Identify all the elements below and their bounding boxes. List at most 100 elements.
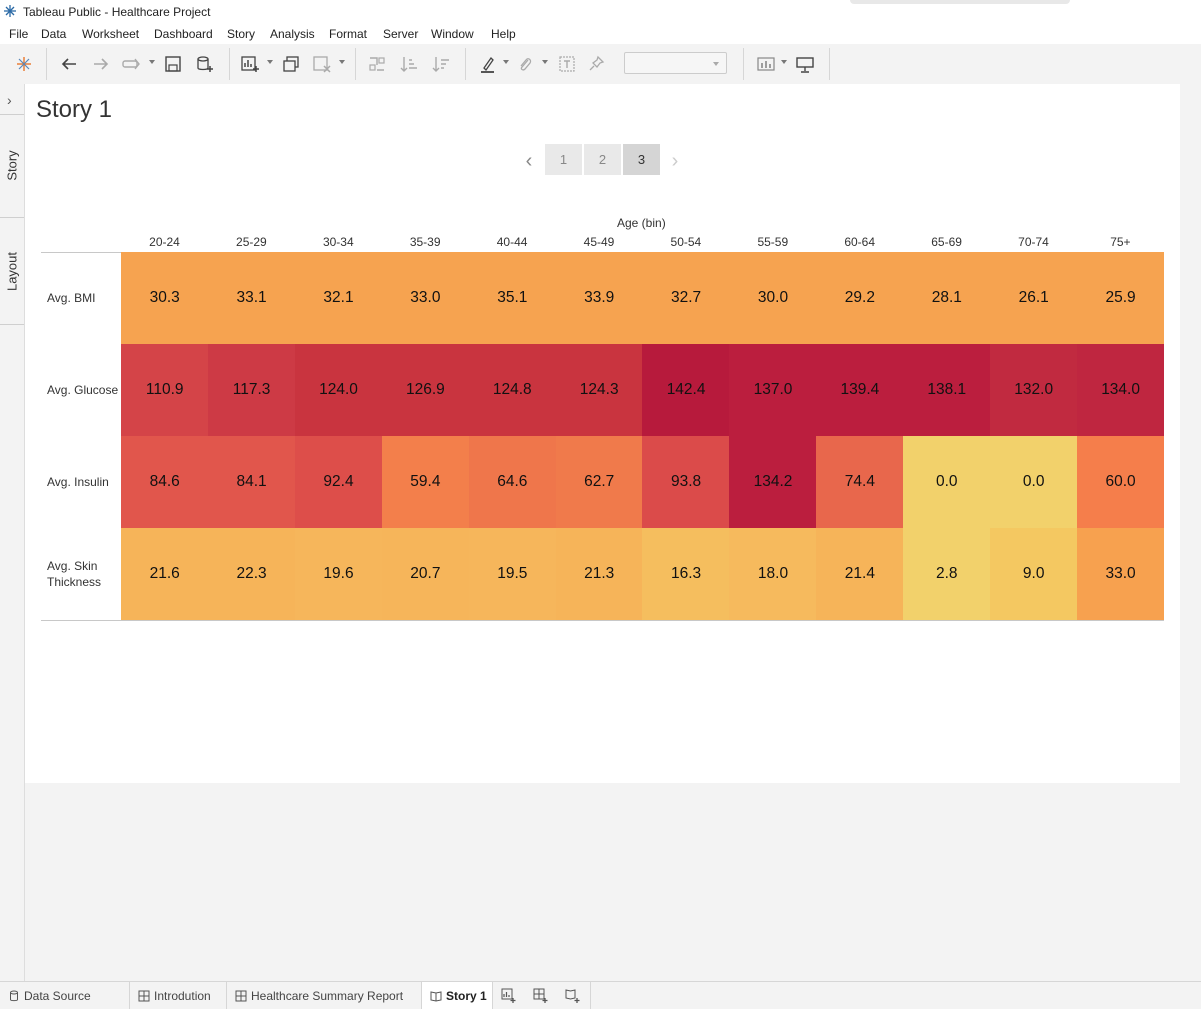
heatmap-cell[interactable]: 124.8 — [468, 344, 556, 436]
tab-story-1[interactable]: Story 1 — [422, 982, 493, 1009]
duplicate-icon[interactable] — [280, 54, 302, 74]
tableau-home-icon[interactable] — [13, 54, 35, 74]
undo-icon[interactable] — [58, 54, 80, 74]
heatmap-cell[interactable]: 21.3 — [555, 528, 643, 620]
story-point-3[interactable]: 3 — [623, 144, 660, 175]
menu-server[interactable]: Server — [383, 27, 418, 41]
highlight-icon[interactable] — [477, 54, 499, 74]
heatmap-cell[interactable]: 64.6 — [468, 436, 556, 528]
heatmap-cell[interactable]: 25.9 — [1076, 252, 1165, 344]
heatmap-cell[interactable]: 132.0 — [990, 344, 1078, 436]
heatmap-cell[interactable]: 35.1 — [468, 252, 556, 344]
heatmap-cell[interactable]: 134.0 — [1076, 344, 1165, 436]
heatmap-cell[interactable]: 18.0 — [729, 528, 817, 620]
new-data-source-icon[interactable] — [194, 54, 216, 74]
heatmap-cell[interactable]: 33.0 — [1076, 528, 1165, 620]
new-dashboard-tab-icon[interactable] — [530, 986, 552, 1006]
heatmap-cell[interactable]: 30.0 — [729, 252, 817, 344]
chevron-down-icon[interactable] — [542, 60, 548, 64]
fit-select[interactable] — [624, 52, 727, 74]
next-point-icon[interactable]: › — [668, 150, 682, 173]
heatmap-cell[interactable]: 142.4 — [642, 344, 730, 436]
heatmap-cell[interactable]: 124.0 — [294, 344, 383, 436]
heatmap-cell[interactable]: 93.8 — [642, 436, 730, 528]
heatmap-cell[interactable]: 60.0 — [1076, 436, 1165, 528]
new-worksheet-tab-icon[interactable] — [498, 986, 520, 1006]
tab-introdution[interactable]: Introdution — [130, 982, 227, 1009]
heatmap-cell[interactable]: 139.4 — [816, 344, 904, 436]
heatmap-cell[interactable]: 62.7 — [555, 436, 643, 528]
tab-data-source[interactable]: Data Source — [0, 982, 130, 1009]
heatmap-cell[interactable]: 84.6 — [121, 436, 209, 528]
menu-data[interactable]: Data — [41, 27, 66, 41]
story-title[interactable]: Story 1 — [36, 96, 112, 124]
previous-point-icon[interactable]: ‹ — [522, 150, 536, 173]
menu-window[interactable]: Window — [431, 27, 474, 41]
menu-file[interactable]: File — [9, 27, 28, 41]
replay-icon[interactable] — [120, 54, 142, 74]
heatmap-cell[interactable]: 29.2 — [816, 252, 904, 344]
heatmap-cell[interactable]: 9.0 — [990, 528, 1078, 620]
heatmap-cell[interactable]: 33.1 — [207, 252, 296, 344]
heatmap-cell[interactable]: 22.3 — [207, 528, 296, 620]
heatmap-cell[interactable]: 59.4 — [381, 436, 470, 528]
heatmap-cell[interactable]: 21.6 — [121, 528, 209, 620]
story-point-1[interactable]: 1 — [545, 144, 582, 175]
chevron-down-icon[interactable] — [339, 60, 345, 64]
menu-worksheet[interactable]: Worksheet — [82, 27, 139, 41]
chevron-down-icon[interactable] — [149, 60, 155, 64]
heatmap-cell[interactable]: 20.7 — [381, 528, 470, 620]
heatmap-cell[interactable]: 137.0 — [729, 344, 817, 436]
heatmap-cell[interactable]: 138.1 — [903, 344, 991, 436]
expand-pane-icon[interactable]: › — [7, 92, 12, 108]
show-me-icon[interactable] — [755, 54, 777, 74]
presentation-icon[interactable] — [794, 54, 816, 74]
menu-story[interactable]: Story — [227, 27, 255, 41]
heatmap-cell[interactable]: 32.1 — [294, 252, 383, 344]
redo-icon[interactable] — [90, 54, 112, 74]
heatmap-cell[interactable]: 16.3 — [642, 528, 730, 620]
chevron-down-icon[interactable] — [781, 60, 787, 64]
swap-icon[interactable] — [366, 54, 388, 74]
heatmap-cell[interactable]: 126.9 — [381, 344, 470, 436]
chevron-down-icon[interactable] — [267, 60, 273, 64]
menu-help[interactable]: Help — [491, 27, 516, 41]
heatmap-cell[interactable]: 33.0 — [381, 252, 470, 344]
menu-dashboard[interactable]: Dashboard — [154, 27, 213, 41]
story-pane-tab[interactable]: Story — [5, 140, 20, 192]
new-worksheet-icon[interactable] — [239, 54, 261, 74]
menu-analysis[interactable]: Analysis — [270, 27, 315, 41]
heatmap-cell[interactable]: 110.9 — [121, 344, 209, 436]
pin-icon[interactable] — [586, 54, 608, 74]
menu-format[interactable]: Format — [329, 27, 367, 41]
heatmap-cell[interactable]: 32.7 — [642, 252, 730, 344]
heatmap-cell[interactable]: 74.4 — [816, 436, 904, 528]
heatmap-cell[interactable]: 134.2 — [729, 436, 817, 528]
heatmap-cell[interactable]: 19.5 — [468, 528, 556, 620]
sort-ascending-icon[interactable] — [398, 54, 420, 74]
save-icon[interactable] — [162, 54, 184, 74]
heatmap-cell[interactable]: 0.0 — [903, 436, 991, 528]
tab-healthcare-summary-report[interactable]: Healthcare Summary Report — [227, 982, 422, 1009]
new-story-tab-icon[interactable] — [562, 986, 584, 1006]
heatmap-cell[interactable]: 30.3 — [121, 252, 209, 344]
heatmap-cell[interactable]: 26.1 — [990, 252, 1078, 344]
heatmap-cell[interactable]: 21.4 — [816, 528, 904, 620]
heatmap-cell[interactable]: 84.1 — [207, 436, 296, 528]
label-icon[interactable] — [556, 54, 578, 74]
heatmap-cell[interactable]: 92.4 — [294, 436, 383, 528]
layout-pane-tab[interactable]: Layout — [5, 246, 20, 298]
heatmap-cell[interactable]: 0.0 — [990, 436, 1078, 528]
attach-icon[interactable] — [514, 54, 536, 74]
clear-sheet-icon[interactable] — [311, 54, 333, 74]
heatmap-cell[interactable]: 124.3 — [555, 344, 643, 436]
heatmap-cell[interactable]: 117.3 — [207, 344, 296, 436]
menu-bar: File Data Worksheet Dashboard Story Anal… — [0, 23, 1201, 44]
heatmap-cell[interactable]: 2.8 — [903, 528, 991, 620]
heatmap-cell[interactable]: 19.6 — [294, 528, 383, 620]
heatmap-cell[interactable]: 28.1 — [903, 252, 991, 344]
heatmap-cell[interactable]: 33.9 — [555, 252, 643, 344]
chevron-down-icon[interactable] — [503, 60, 509, 64]
sort-descending-icon[interactable] — [430, 54, 452, 74]
story-point-2[interactable]: 2 — [584, 144, 621, 175]
